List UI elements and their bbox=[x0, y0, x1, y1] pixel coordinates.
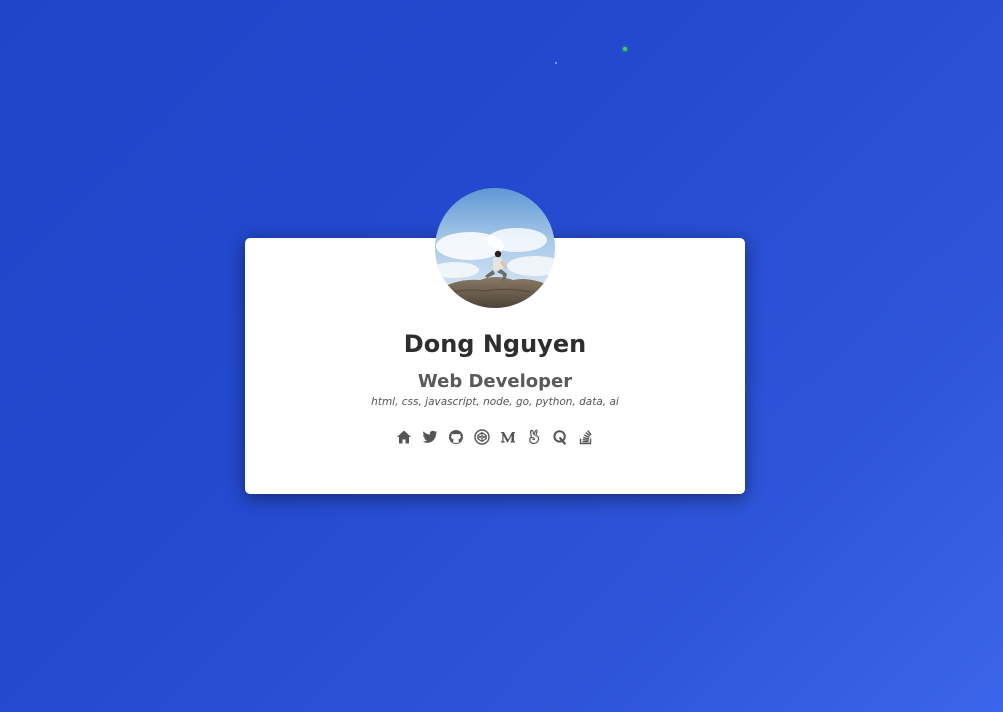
stackoverflow-icon bbox=[579, 430, 592, 445]
profile-skills: html, css, javascript, node, go, python,… bbox=[371, 396, 619, 408]
medium-link[interactable] bbox=[500, 429, 516, 445]
avatar bbox=[435, 188, 555, 308]
avatar-photo bbox=[435, 188, 555, 308]
twitter-link[interactable] bbox=[422, 429, 438, 445]
angellist-link[interactable] bbox=[526, 429, 542, 445]
medium-icon bbox=[501, 432, 515, 443]
codepen-link[interactable] bbox=[474, 429, 490, 445]
github-link[interactable] bbox=[448, 429, 464, 445]
profile-role: Web Developer bbox=[417, 371, 573, 392]
angellist-icon bbox=[529, 429, 540, 445]
social-links bbox=[245, 429, 745, 447]
background-star bbox=[555, 62, 557, 64]
home-icon bbox=[397, 430, 411, 444]
profile-name: Dong Nguyen bbox=[403, 330, 587, 358]
twitter-icon bbox=[422, 430, 438, 443]
codepen-icon bbox=[474, 429, 490, 445]
profile-card: Dong Nguyen Web Developer html, css, jav… bbox=[245, 188, 745, 494]
background-star bbox=[623, 47, 627, 51]
home-link[interactable] bbox=[396, 429, 412, 445]
quora-icon bbox=[553, 430, 566, 445]
stackoverflow-link[interactable] bbox=[578, 429, 594, 445]
quora-link[interactable] bbox=[552, 429, 568, 445]
github-icon bbox=[449, 430, 463, 444]
